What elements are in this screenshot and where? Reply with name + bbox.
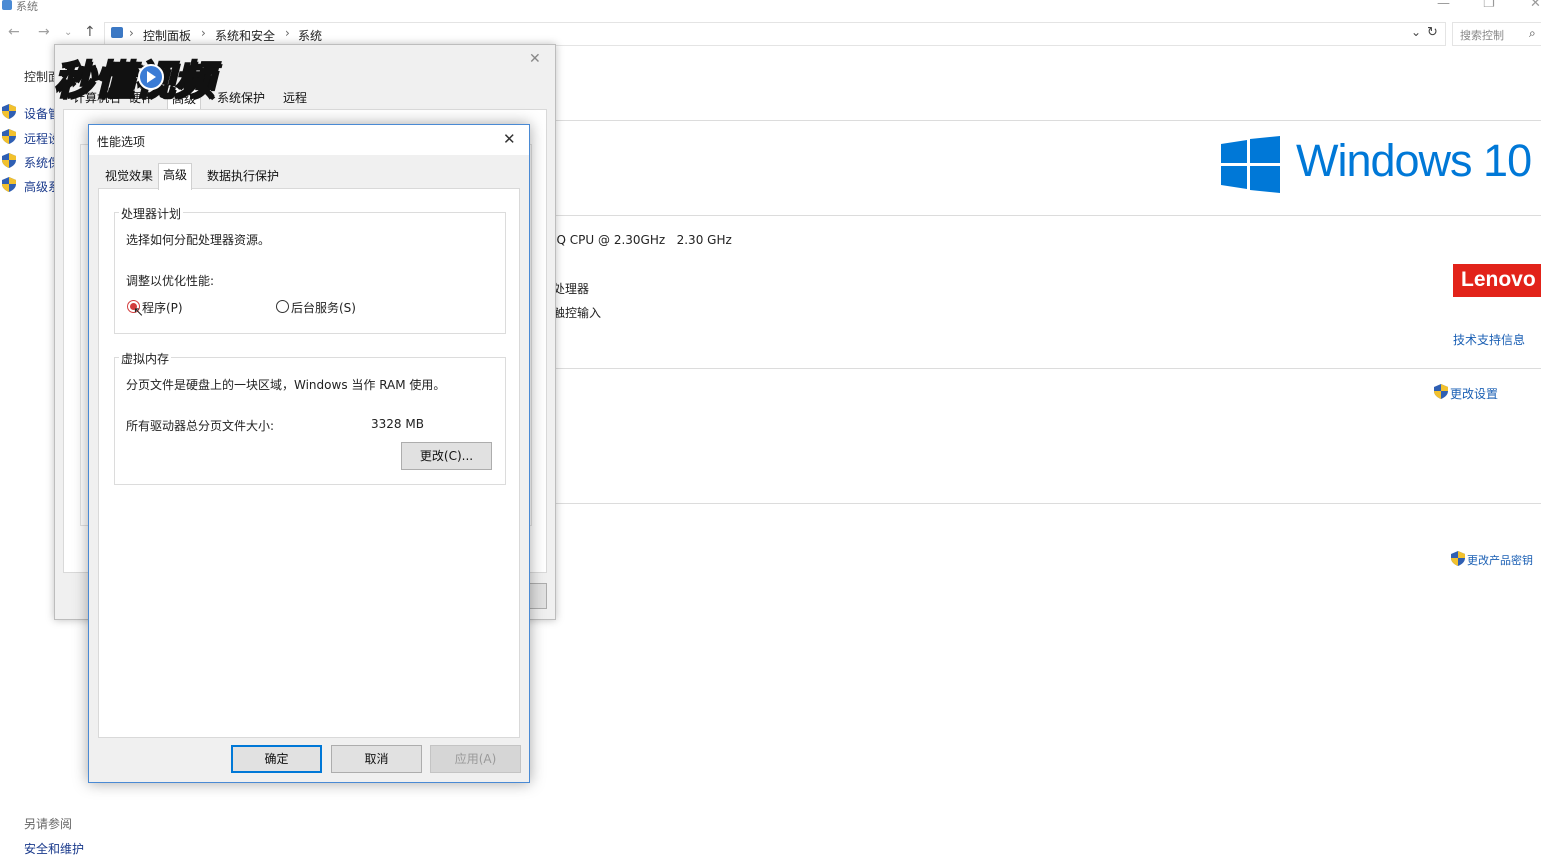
close-icon[interactable]: ✕ (529, 51, 541, 67)
refresh-icon[interactable]: ↻ (1427, 25, 1438, 40)
lenovo-logo-text: Lenovo (1461, 268, 1536, 291)
support-info-link[interactable]: 技术支持信息 (1453, 331, 1525, 348)
watermark-text: 秒懂视频 (53, 57, 215, 105)
divider (556, 215, 1541, 216)
uac-shield-icon (2, 153, 16, 168)
minimize-icon[interactable]: — (1437, 0, 1450, 11)
cancel-button[interactable]: 取消 (331, 745, 422, 773)
breadcrumb-system[interactable]: 系统 (298, 27, 322, 44)
security-maintenance-link[interactable]: 安全和维护 (24, 840, 84, 857)
apply-button[interactable]: 应用(A) (430, 745, 521, 773)
paging-file-total-value: 3328 MB (371, 417, 424, 431)
perf-tab-strip: 视觉效果 高级 数据执行保护 (99, 163, 519, 190)
breadcrumb-separator: › (285, 26, 290, 40)
title-bar: 系统 — ❐ ✕ (0, 0, 1541, 14)
tab-dep[interactable]: 数据执行保护 (203, 165, 283, 187)
windows-logo-icon (1221, 136, 1280, 193)
uac-shield-icon (2, 104, 16, 119)
perf-dialog-title: 性能选项 (97, 135, 146, 149)
uac-shield-icon (1451, 551, 1465, 566)
change-settings-label: 更改设置 (1450, 387, 1499, 401)
virtual-memory-description: 分页文件是硬盘上的一块区域，Windows 当作 RAM 使用。 (126, 378, 446, 392)
system-app-icon (2, 0, 12, 10)
uac-shield-icon (2, 129, 16, 144)
adjust-for-label: 调整以优化性能: (126, 274, 215, 288)
uac-shield-icon (1434, 384, 1448, 399)
breadcrumb-separator: › (129, 26, 134, 40)
left-link-advanced-settings[interactable]: 高级系 (2, 177, 60, 195)
uac-shield-icon (2, 177, 16, 192)
control-panel-icon (111, 27, 123, 38)
pen-touch-value: 触控输入 (553, 306, 602, 320)
change-virtual-memory-button[interactable]: 更改(C)... (401, 442, 492, 470)
paging-file-total-label: 所有驱动器总分页文件大小: (126, 419, 275, 433)
address-dropdown-icon[interactable]: ⌄ (1411, 25, 1421, 39)
processor-description: 选择如何分配处理器资源。 (126, 233, 271, 247)
virtual-memory-title: 虚拟内存 (119, 350, 172, 367)
breadcrumb-separator: › (201, 26, 206, 40)
lenovo-logo: Lenovo (1453, 264, 1541, 297)
breadcrumb-system-security[interactable]: 系统和安全 (215, 27, 275, 44)
ok-button[interactable]: 确定 (231, 745, 322, 773)
processor-value: IQ CPU @ 2.30GHz 2.30 GHz (553, 233, 732, 247)
divider (556, 368, 1541, 369)
up-arrow-icon[interactable]: ↑ (84, 24, 96, 40)
address-bar[interactable]: › 控制面板 › 系统和安全 › 系统 ⌄ ↻ (104, 22, 1446, 46)
search-box[interactable]: 搜索控制 ⌕ (1452, 22, 1541, 46)
watermark-play-icon (138, 64, 164, 90)
performance-options-dialog: 性能选项 ✕ 视觉效果 高级 数据执行保护 处理器计划 选择如何分配处理器资源。… (88, 124, 530, 783)
watermark-logo: 秒懂视频 (52, 48, 288, 105)
recent-chevron-icon[interactable]: ⌄ (64, 27, 72, 38)
tab-advanced-active[interactable]: 高级 (158, 163, 193, 190)
play-triangle-icon (147, 71, 156, 83)
restore-icon[interactable]: ❐ (1483, 0, 1495, 11)
search-icon[interactable]: ⌕ (1529, 26, 1536, 41)
change-settings-link[interactable]: 更改设置 (1434, 384, 1498, 402)
window-title: 系统 (16, 0, 38, 13)
see-also-heading: 另请参阅 (24, 817, 73, 831)
tab-visual-effects[interactable]: 视觉效果 (101, 165, 157, 187)
perf-tab-panel: 处理器计划 选择如何分配处理器资源。 调整以优化性能: 程序(P) ↖ 后台服务… (98, 188, 520, 738)
change-product-key-label: 更改产品密钥 (1467, 554, 1533, 567)
left-link-remote-settings[interactable]: 远程设 (2, 129, 60, 147)
sys-apply-button-edge[interactable] (527, 583, 547, 609)
divider (556, 120, 1541, 121)
mouse-cursor-icon: ↖ (133, 305, 144, 320)
radio-programs-label: 程序(P) (142, 301, 183, 315)
search-placeholder: 搜索控制 (1460, 29, 1504, 42)
windows-10-brand: Windows 10 (1296, 135, 1532, 186)
system-type-value: 处理器 (553, 282, 590, 296)
close-window-icon[interactable]: ✕ (1530, 0, 1541, 11)
close-icon[interactable]: ✕ (503, 130, 516, 148)
perf-title-bar: 性能选项 ✕ (89, 125, 529, 155)
divider (556, 503, 1541, 504)
left-link-device-manager[interactable]: 设备管 (2, 104, 60, 122)
breadcrumb-control-panel[interactable]: 控制面板 (143, 27, 191, 44)
back-arrow-icon[interactable]: ← (8, 24, 20, 40)
processor-group-title: 处理器计划 (119, 205, 184, 222)
radio-background-button[interactable] (276, 300, 289, 313)
forward-arrow-icon[interactable]: → (38, 24, 50, 40)
change-product-key-link[interactable]: 更改产品密钥 (1451, 551, 1533, 569)
left-link-system-protection[interactable]: 系统保 (2, 153, 60, 171)
radio-background-label: 后台服务(S) (291, 301, 356, 315)
